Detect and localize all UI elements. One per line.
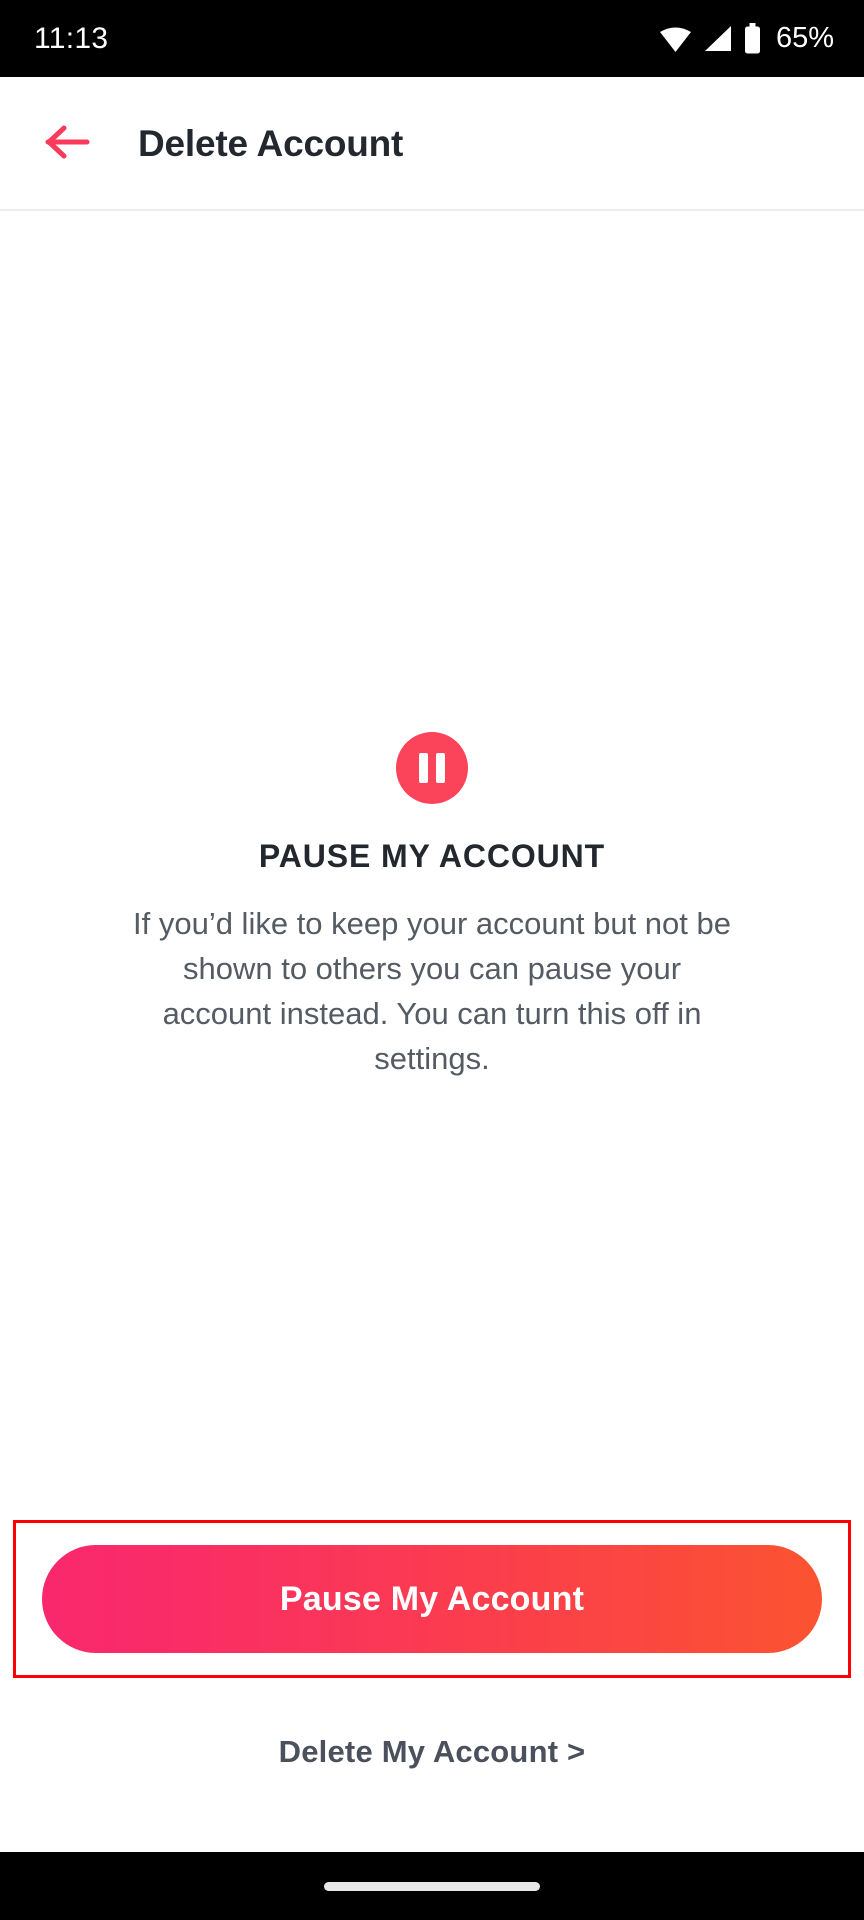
pause-description: If you’d like to keep your account but n… <box>133 906 731 1076</box>
app-screen: 11:13 65% Delete Account PAUSE MY ACCOUN… <box>0 0 864 1920</box>
back-arrow-icon <box>45 123 91 166</box>
system-navigation-bar <box>0 1852 864 1920</box>
primary-action-highlight: Pause My Account <box>13 1520 851 1678</box>
main-content: PAUSE MY ACCOUNT If you’d like to keep y… <box>0 211 864 1852</box>
bottom-action-area: Pause My Account Delete My Account > <box>0 1520 864 1770</box>
battery-icon <box>743 23 762 54</box>
pause-bar-right <box>436 753 445 783</box>
cellular-signal-icon <box>703 25 732 52</box>
wifi-icon <box>659 25 692 52</box>
battery-percentage: 65% <box>775 22 834 54</box>
pause-heading: PAUSE MY ACCOUNT <box>258 838 606 874</box>
delete-my-account-link[interactable]: Delete My Account > <box>279 1734 586 1770</box>
pause-icon <box>396 732 468 804</box>
status-indicators: 65% <box>659 22 834 55</box>
back-button[interactable] <box>36 112 100 176</box>
pause-my-account-button[interactable]: Pause My Account <box>42 1545 822 1653</box>
status-bar: 11:13 65% <box>0 0 864 77</box>
pause-bar-left <box>419 753 428 783</box>
home-gesture-indicator[interactable] <box>324 1881 540 1891</box>
status-time: 11:13 <box>34 21 109 55</box>
app-header: Delete Account <box>0 77 864 211</box>
page-title: Delete Account <box>138 123 404 164</box>
